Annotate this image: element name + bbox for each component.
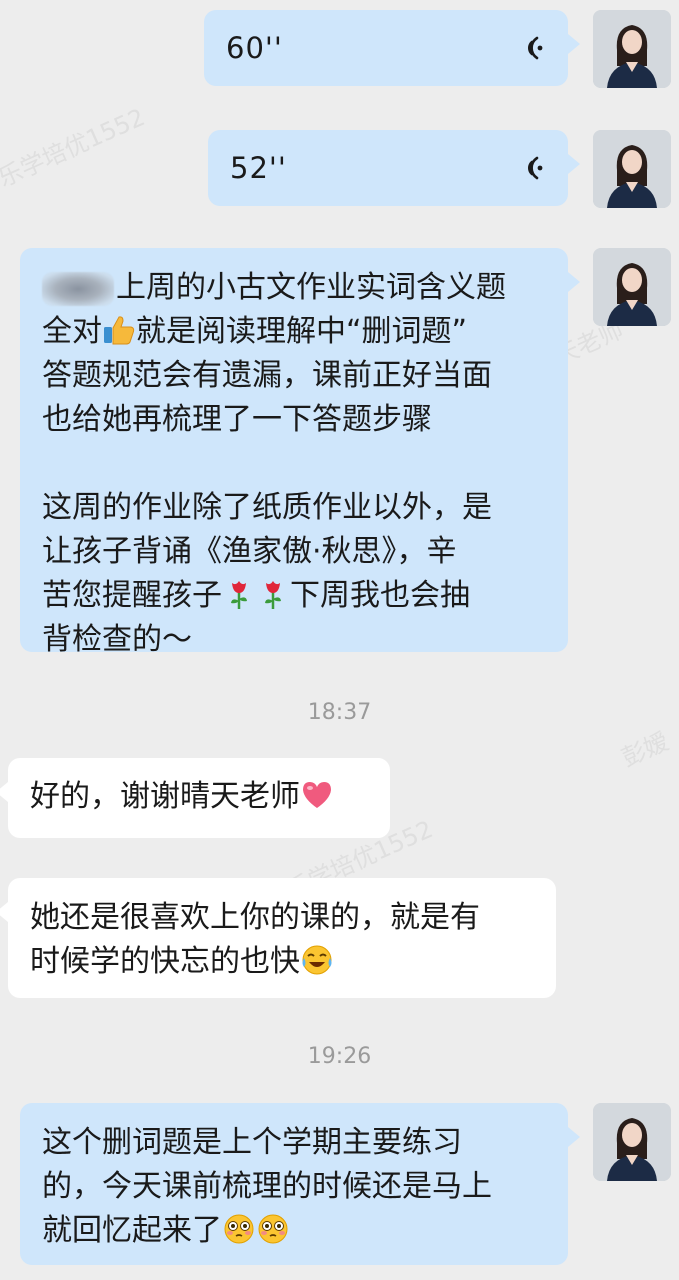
rose-emoji <box>231 581 247 609</box>
teacher-avatar[interactable] <box>593 248 671 326</box>
teacher-avatar[interactable] <box>593 130 671 208</box>
message-line: 就回忆起来了 <box>42 1209 546 1253</box>
message-line: 时候学的快忘的也快 <box>30 940 534 984</box>
rose-emoji <box>265 581 281 609</box>
voice-duration: 60'' <box>226 31 283 65</box>
message-line: 她还是很喜欢上你的课的，就是有 <box>30 900 480 935</box>
teacher-text-message[interactable]: 这个删词题是上个学期主要练习 的，今天课前梳理的时候还是马上 就回忆起来了 <box>20 1103 580 1265</box>
laughing-crying-emoji <box>302 945 332 975</box>
blurred-student-name <box>42 271 114 306</box>
message-line: 上周的小古文作业实词含义题 <box>42 266 546 310</box>
voice-wave-icon <box>528 36 543 60</box>
message-line: 背检查的～ <box>42 622 192 657</box>
message-line: 的，今天课前梳理的时候还是马上 <box>42 1169 492 1204</box>
shy-blush-emoji <box>258 1214 288 1244</box>
message-line: 苦您提醒孩子 下周我也会抽 <box>42 578 470 613</box>
teacher-text-message[interactable]: 上周的小古文作业实词含义题 全对 就是阅读理解中“删词题” 答题规范会有遗漏，课前… <box>20 248 580 657</box>
message-line: 全对 就是阅读理解中“删词题” <box>42 314 468 349</box>
thumbs-up-emoji <box>104 316 135 345</box>
voice-wave-icon <box>528 156 543 180</box>
voice-message[interactable]: 60'' <box>204 10 580 86</box>
parent-text-message[interactable]: 她还是很喜欢上你的课的，就是有 时候学的快忘的也快 <box>0 878 556 998</box>
message-line: 这周的作业除了纸质作业以外，是 <box>42 490 492 525</box>
heart-emoji <box>303 782 331 808</box>
message-line: 也给她再梳理了一下答题步骤 <box>42 402 432 437</box>
voice-message[interactable]: 52'' <box>208 130 580 206</box>
message-line: 好的，谢谢晴天老师 <box>30 775 368 819</box>
message-line: 让孩子背诵《渔家傲·秋思》，辛 <box>42 534 457 569</box>
watermark: 彭嫒 <box>617 727 673 773</box>
voice-duration: 52'' <box>230 151 287 185</box>
teacher-avatar[interactable] <box>593 1103 671 1181</box>
message-line: 这个删词题是上个学期主要练习 <box>42 1125 462 1160</box>
message-line: 答题规范会有遗漏，课前正好当面 <box>42 358 492 393</box>
timestamp: 19:26 <box>307 1044 372 1069</box>
timestamp: 18:37 <box>307 700 372 725</box>
shy-blush-emoji <box>224 1214 254 1244</box>
teacher-avatar[interactable] <box>593 10 671 88</box>
parent-text-message[interactable]: 好的，谢谢晴天老师 <box>0 758 390 838</box>
watermark: 乐学培优1552 <box>0 103 149 193</box>
